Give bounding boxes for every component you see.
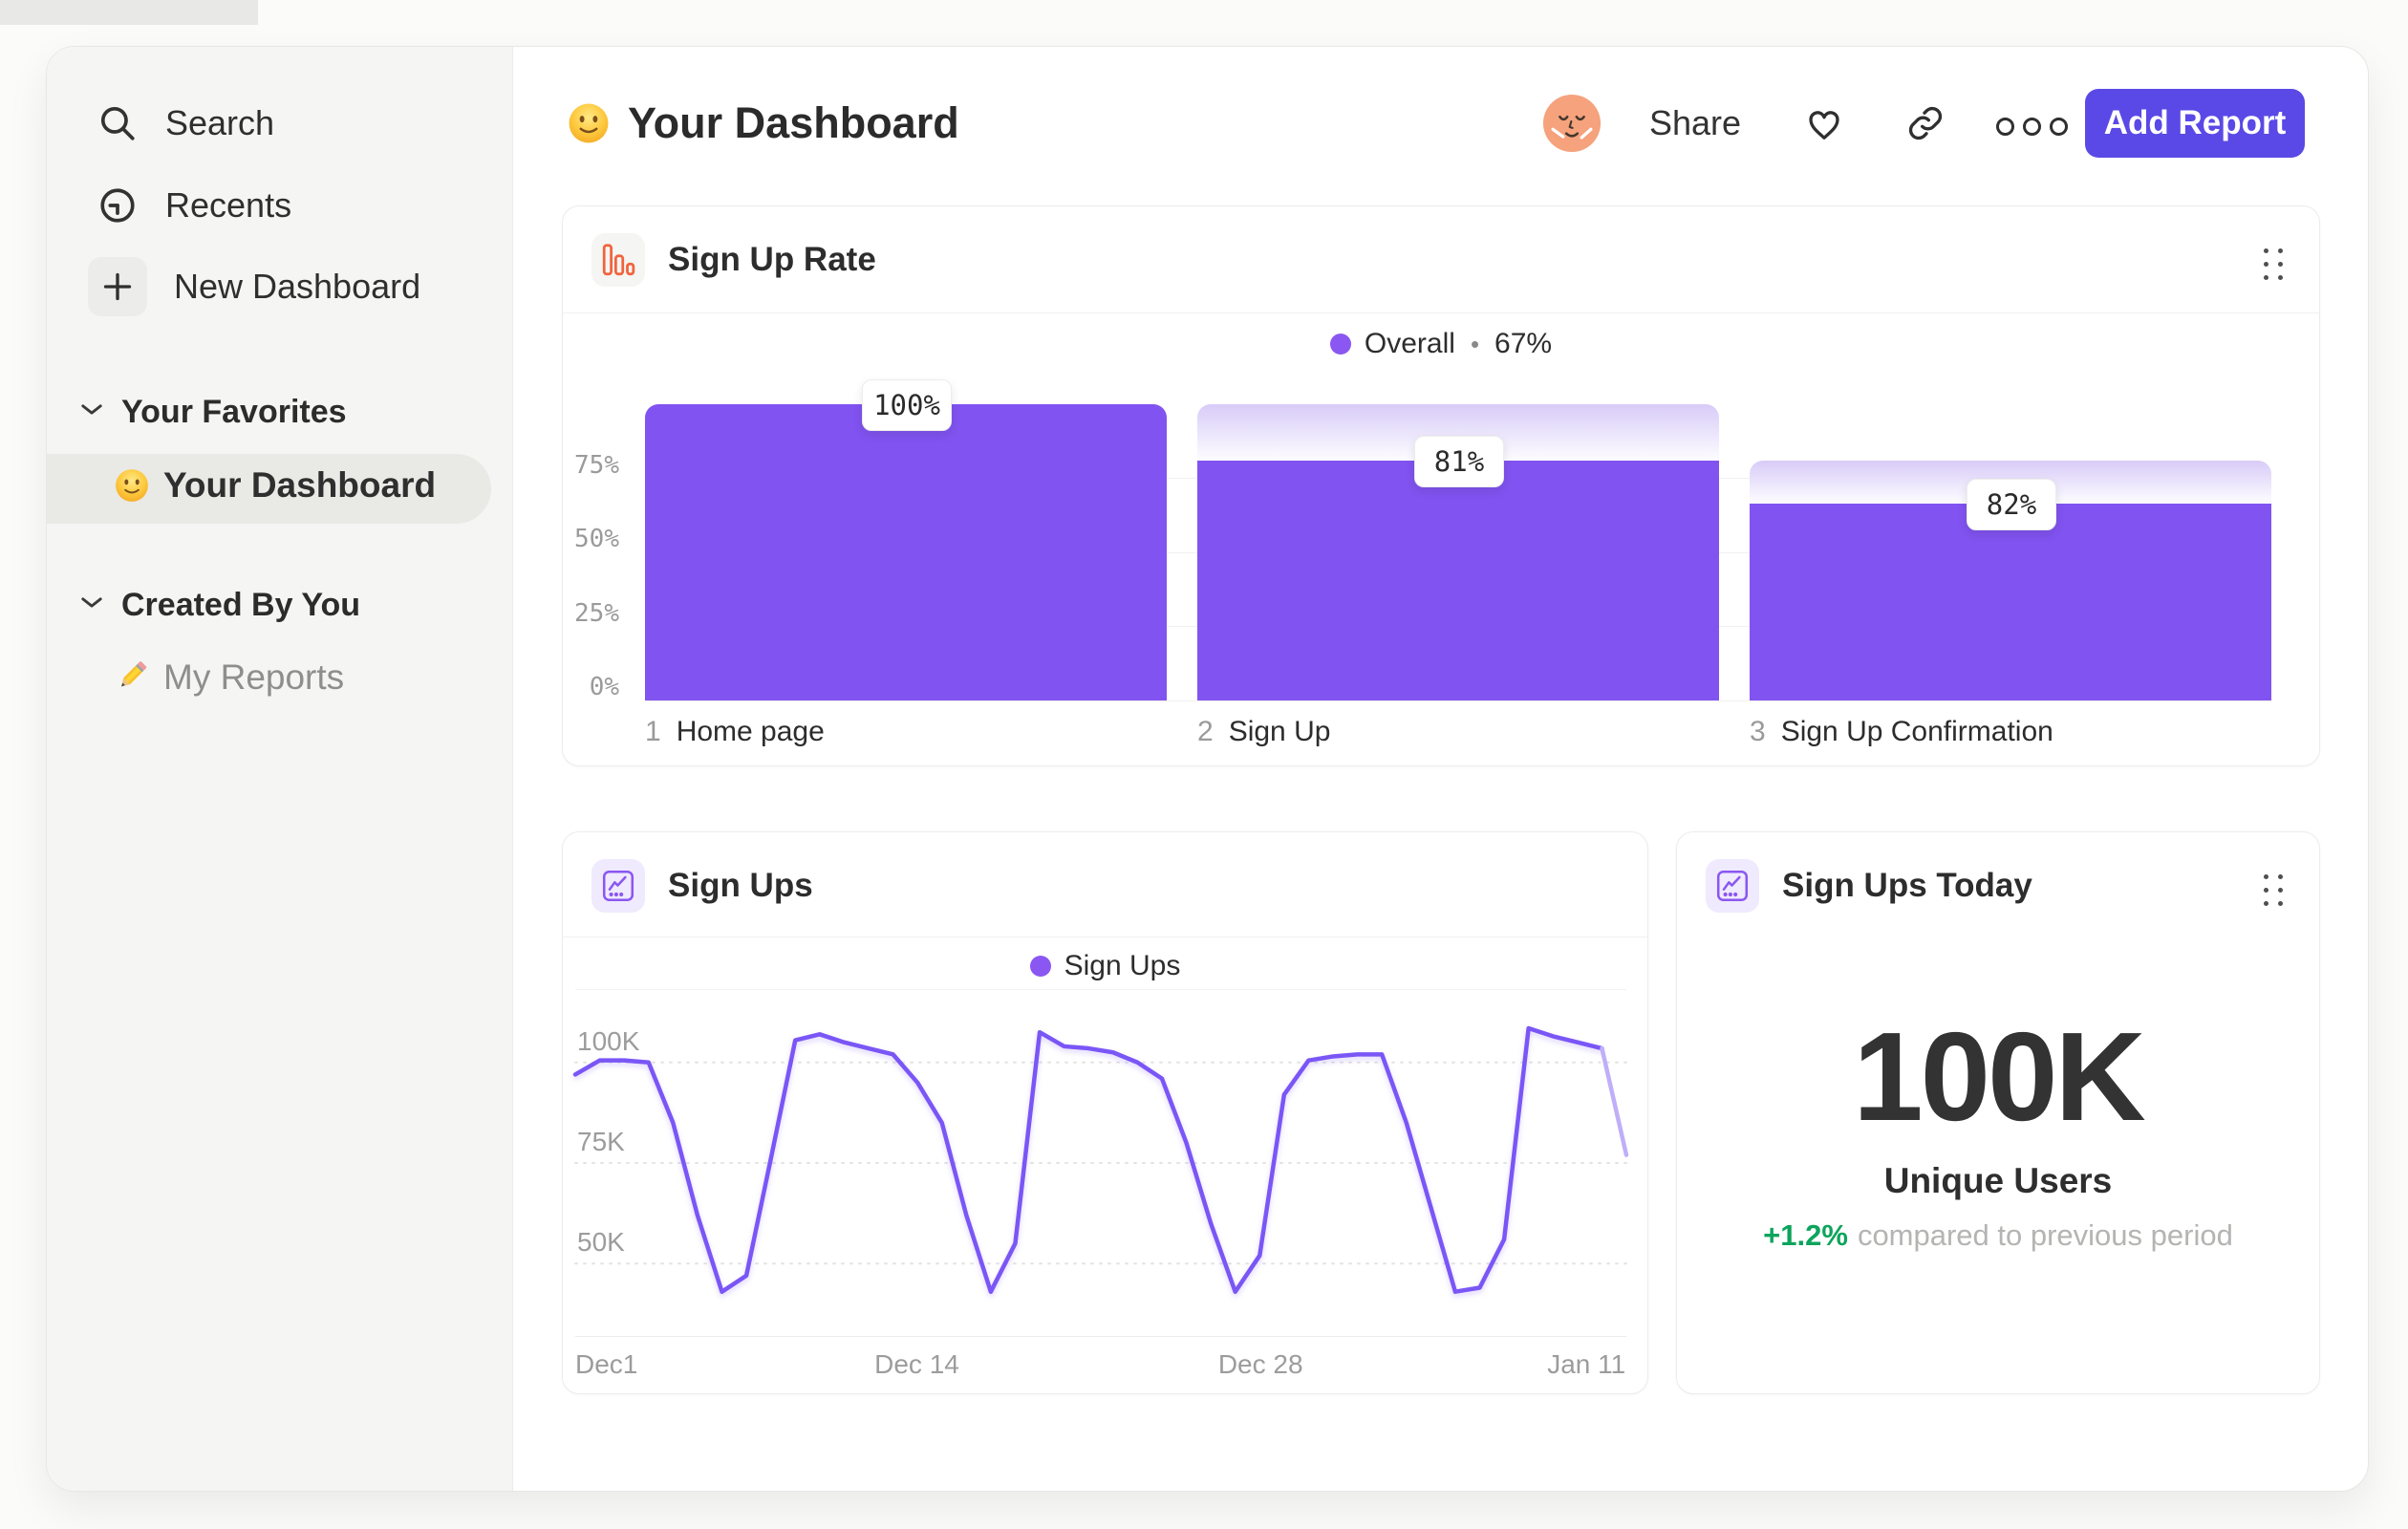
page-title: Your Dashboard (567, 94, 959, 153)
funnel-bar[interactable] (1197, 460, 1719, 700)
sidebar-item-label: Recents (165, 185, 292, 225)
legend-label: Sign Ups (1064, 950, 1181, 981)
page-title-text: Your Dashboard (628, 98, 959, 147)
funnel-step-label: Sign Up (1228, 716, 1331, 747)
smiley-emoji-icon (567, 101, 611, 145)
sign-ups-card: Sign Ups Sign Ups 100K 75K 50K Dec1 Dec 14 De… (562, 831, 1648, 1394)
more-options-icon[interactable] (1996, 118, 2068, 136)
funnel-category: 3 Sign Up Confirmation (1750, 715, 2053, 749)
favorite-heart-icon[interactable] (1803, 102, 1845, 144)
add-report-button[interactable]: Add Report (2085, 89, 2305, 158)
legend-label: Overall (1364, 328, 1455, 359)
card-drag-handle[interactable] (2264, 248, 2283, 280)
line-x-axis-label: Jan 11 (1547, 1349, 1626, 1379)
sidebar-item-search[interactable]: Search (97, 94, 274, 153)
smiley-emoji-icon (114, 467, 150, 504)
funnel-step-label: Sign Up Confirmation (1780, 716, 2053, 747)
line-chart-svg (572, 1025, 1629, 1294)
legend-separator: • (1470, 329, 1480, 358)
search-icon (97, 102, 139, 144)
funnel-y-axis-label: 0% (589, 673, 619, 701)
funnel-category: 2 Sign Up (1197, 715, 1330, 749)
sidebar-item-label: Your Dashboard (163, 465, 437, 505)
legend-value: 67% (1494, 328, 1553, 359)
funnel-step-label: Home page (676, 716, 825, 747)
chevron-down-icon (81, 596, 102, 614)
line-chart-icon (1706, 859, 1759, 913)
sidebar-item-new-dashboard[interactable]: New Dashboard (88, 257, 421, 316)
legend-dot (1329, 334, 1351, 355)
app-window: Search Recents New Dashboard Your Favori… (46, 46, 2369, 1492)
chevron-down-icon (81, 403, 102, 420)
funnel-bar[interactable] (645, 404, 1167, 700)
copy-link-icon[interactable] (1906, 104, 1945, 142)
background-window-tab (0, 0, 258, 25)
stat-delta-note: compared to previous period (1857, 1218, 2233, 1252)
sidebar-item-label: New Dashboard (174, 267, 421, 306)
stat-value: 100K (1853, 1006, 2146, 1147)
share-button[interactable]: Share (1649, 94, 1741, 153)
card-divider (563, 312, 2319, 313)
legend-dot (1029, 956, 1051, 977)
sidebar-section-created-by-you[interactable]: Created By You (81, 586, 360, 624)
sidebar-section-label: Created By You (121, 586, 361, 623)
sidebar-item-your-dashboard[interactable]: Your Dashboard (114, 464, 436, 506)
sign-up-rate-card: Sign Up Rate Overall • 67% 75% 50% 25% 0% 10… (562, 205, 2320, 766)
funnel-step-number: 1 (645, 716, 661, 747)
funnel-category: 1 Home page (645, 715, 825, 749)
sidebar-item-recents[interactable]: Recents (97, 176, 291, 235)
card-title: Sign Up Rate (668, 241, 876, 278)
sidebar-item-label: Search (165, 103, 275, 142)
stat-unit-label: Unique Users (1883, 1161, 2113, 1200)
stat-delta-value: +1.2% (1763, 1218, 1848, 1252)
sidebar-section-your-favorites[interactable]: Your Favorites (81, 393, 347, 431)
funnel-value-tooltip: 81% (1414, 435, 1504, 487)
avatar[interactable] (1542, 94, 1602, 153)
funnel-chart-icon (591, 233, 645, 287)
card-drag-handle[interactable] (2264, 874, 2283, 906)
line-chart-icon (591, 859, 645, 913)
card-title: Sign Ups Today (1782, 867, 2032, 904)
funnel-legend[interactable]: Overall • 67% (563, 323, 2319, 365)
line-x-axis-label: Dec1 (575, 1349, 638, 1379)
clock-icon (97, 184, 139, 226)
card-title: Sign Ups (668, 867, 813, 904)
funnel-y-axis-label: 25% (574, 598, 619, 628)
line-y-axis-label: 75K (577, 1127, 625, 1156)
sidebar-section-label: Your Favorites (121, 393, 347, 430)
sign-ups-today-card: Sign Ups Today 100K Unique Users +1.2% co… (1676, 831, 2320, 1394)
line-y-axis-label: 100K (577, 1025, 640, 1056)
funnel-step-number: 2 (1197, 716, 1214, 747)
sidebar-item-my-reports[interactable]: My Reports (114, 657, 344, 699)
stat-delta-row: +1.2% compared to previous period (1677, 1218, 2319, 1253)
line-chart-plot (572, 989, 1629, 1337)
funnel-y-axis-label: 75% (574, 450, 619, 480)
pencil-emoji-icon (114, 659, 150, 696)
funnel-value-tooltip: 82% (1967, 479, 2056, 531)
funnel-step-number: 3 (1750, 716, 1766, 747)
sidebar-item-label: My Reports (163, 657, 345, 697)
plus-icon (88, 257, 147, 316)
funnel-y-axis-label: 50% (574, 525, 619, 553)
line-y-axis-label: 50K (577, 1227, 625, 1258)
funnel-value-tooltip: 100% (862, 379, 952, 431)
line-legend[interactable]: Sign Ups (563, 945, 1647, 987)
line-x-axis-label: Dec 28 (1217, 1349, 1303, 1379)
funnel-bar[interactable] (1750, 504, 2271, 700)
line-x-axis-label: Dec 14 (874, 1349, 959, 1379)
